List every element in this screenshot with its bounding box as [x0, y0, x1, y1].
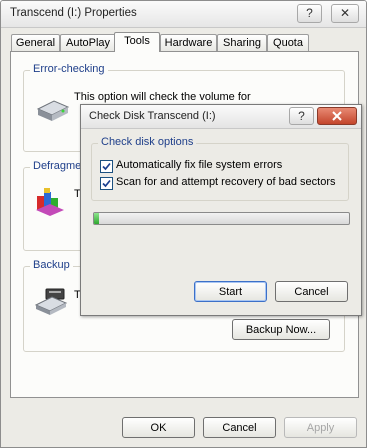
progress-fill: [94, 213, 100, 224]
backup-drive-icon: [34, 288, 68, 315]
check-disk-options-label: Check disk options: [98, 136, 197, 148]
tab-sharing[interactable]: Sharing: [217, 34, 267, 51]
cancel-button[interactable]: Cancel: [203, 417, 276, 438]
recover-bad-sectors-label[interactable]: Scan for and attempt recovery of bad sec…: [116, 176, 336, 188]
tab-hardware[interactable]: Hardware: [160, 34, 217, 51]
help-button[interactable]: ?: [297, 4, 322, 23]
close-button[interactable]: ✕: [331, 4, 359, 23]
error-checking-text: This option will check the volume for: [74, 91, 251, 103]
checkmark-icon: [102, 179, 111, 188]
tab-quota[interactable]: Quota: [267, 34, 309, 51]
footer-buttons: OK Cancel Apply: [1, 401, 366, 447]
dialog-help-button[interactable]: ?: [289, 107, 314, 125]
tab-general[interactable]: General: [11, 34, 60, 51]
window-title: Transcend (I:) Properties: [10, 7, 137, 19]
fix-errors-checkbox[interactable]: [100, 160, 113, 173]
tab-tools[interactable]: Tools: [114, 32, 160, 52]
close-icon: [332, 111, 342, 121]
checkmark-icon: [102, 162, 111, 171]
defrag-icon: [36, 188, 64, 216]
dialog-title-bar[interactable]: Check Disk Transcend (I:) ?: [81, 105, 361, 129]
dialog-close-button[interactable]: [317, 107, 357, 125]
fix-errors-label[interactable]: Automatically fix file system errors: [116, 159, 282, 171]
apply-button[interactable]: Apply: [284, 417, 357, 438]
defrag-label: Defragme: [30, 160, 85, 172]
start-button[interactable]: Start: [194, 281, 267, 302]
error-checking-label: Error-checking: [30, 63, 108, 75]
hard-drive-icon: [36, 100, 70, 121]
dialog-title: Check Disk Transcend (I:): [89, 110, 216, 122]
title-bar[interactable]: Transcend (I:) Properties ? ✕: [1, 1, 366, 28]
check-disk-options-group: Check disk options Automatically fix fil…: [91, 136, 349, 201]
backup-label: Backup: [30, 259, 73, 271]
ok-button[interactable]: OK: [122, 417, 195, 438]
recover-bad-sectors-checkbox[interactable]: [100, 177, 113, 190]
backup-now-button[interactable]: Backup Now...: [232, 319, 330, 340]
dialog-cancel-button[interactable]: Cancel: [275, 281, 348, 302]
tab-autoplay[interactable]: AutoPlay: [60, 34, 116, 51]
check-disk-progress-bar: [93, 212, 350, 225]
check-disk-dialog: Check Disk Transcend (I:) ? Check disk o…: [80, 104, 362, 316]
